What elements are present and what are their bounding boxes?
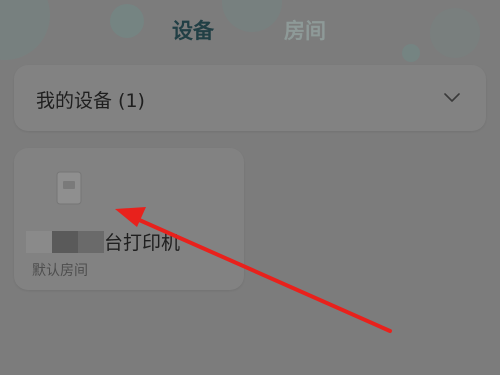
my-devices-header[interactable]: 我的设备 (1): [14, 65, 486, 131]
chevron-down-icon[interactable]: [444, 89, 460, 105]
device-name-suffix: 台打印机: [104, 232, 181, 254]
tab-rooms[interactable]: 房间: [284, 15, 326, 45]
printer-icon: [56, 171, 82, 205]
top-tabs: 设备 房间: [0, 15, 500, 47]
device-name: 台打印机: [26, 228, 180, 255]
my-devices-title: 我的设备 (1): [36, 90, 145, 112]
device-room-label: 默认房间: [32, 263, 88, 279]
tab-devices[interactable]: 设备: [172, 15, 214, 45]
redacted-text: [26, 231, 104, 253]
device-card-printer[interactable]: 台打印机 默认房间: [14, 148, 244, 290]
